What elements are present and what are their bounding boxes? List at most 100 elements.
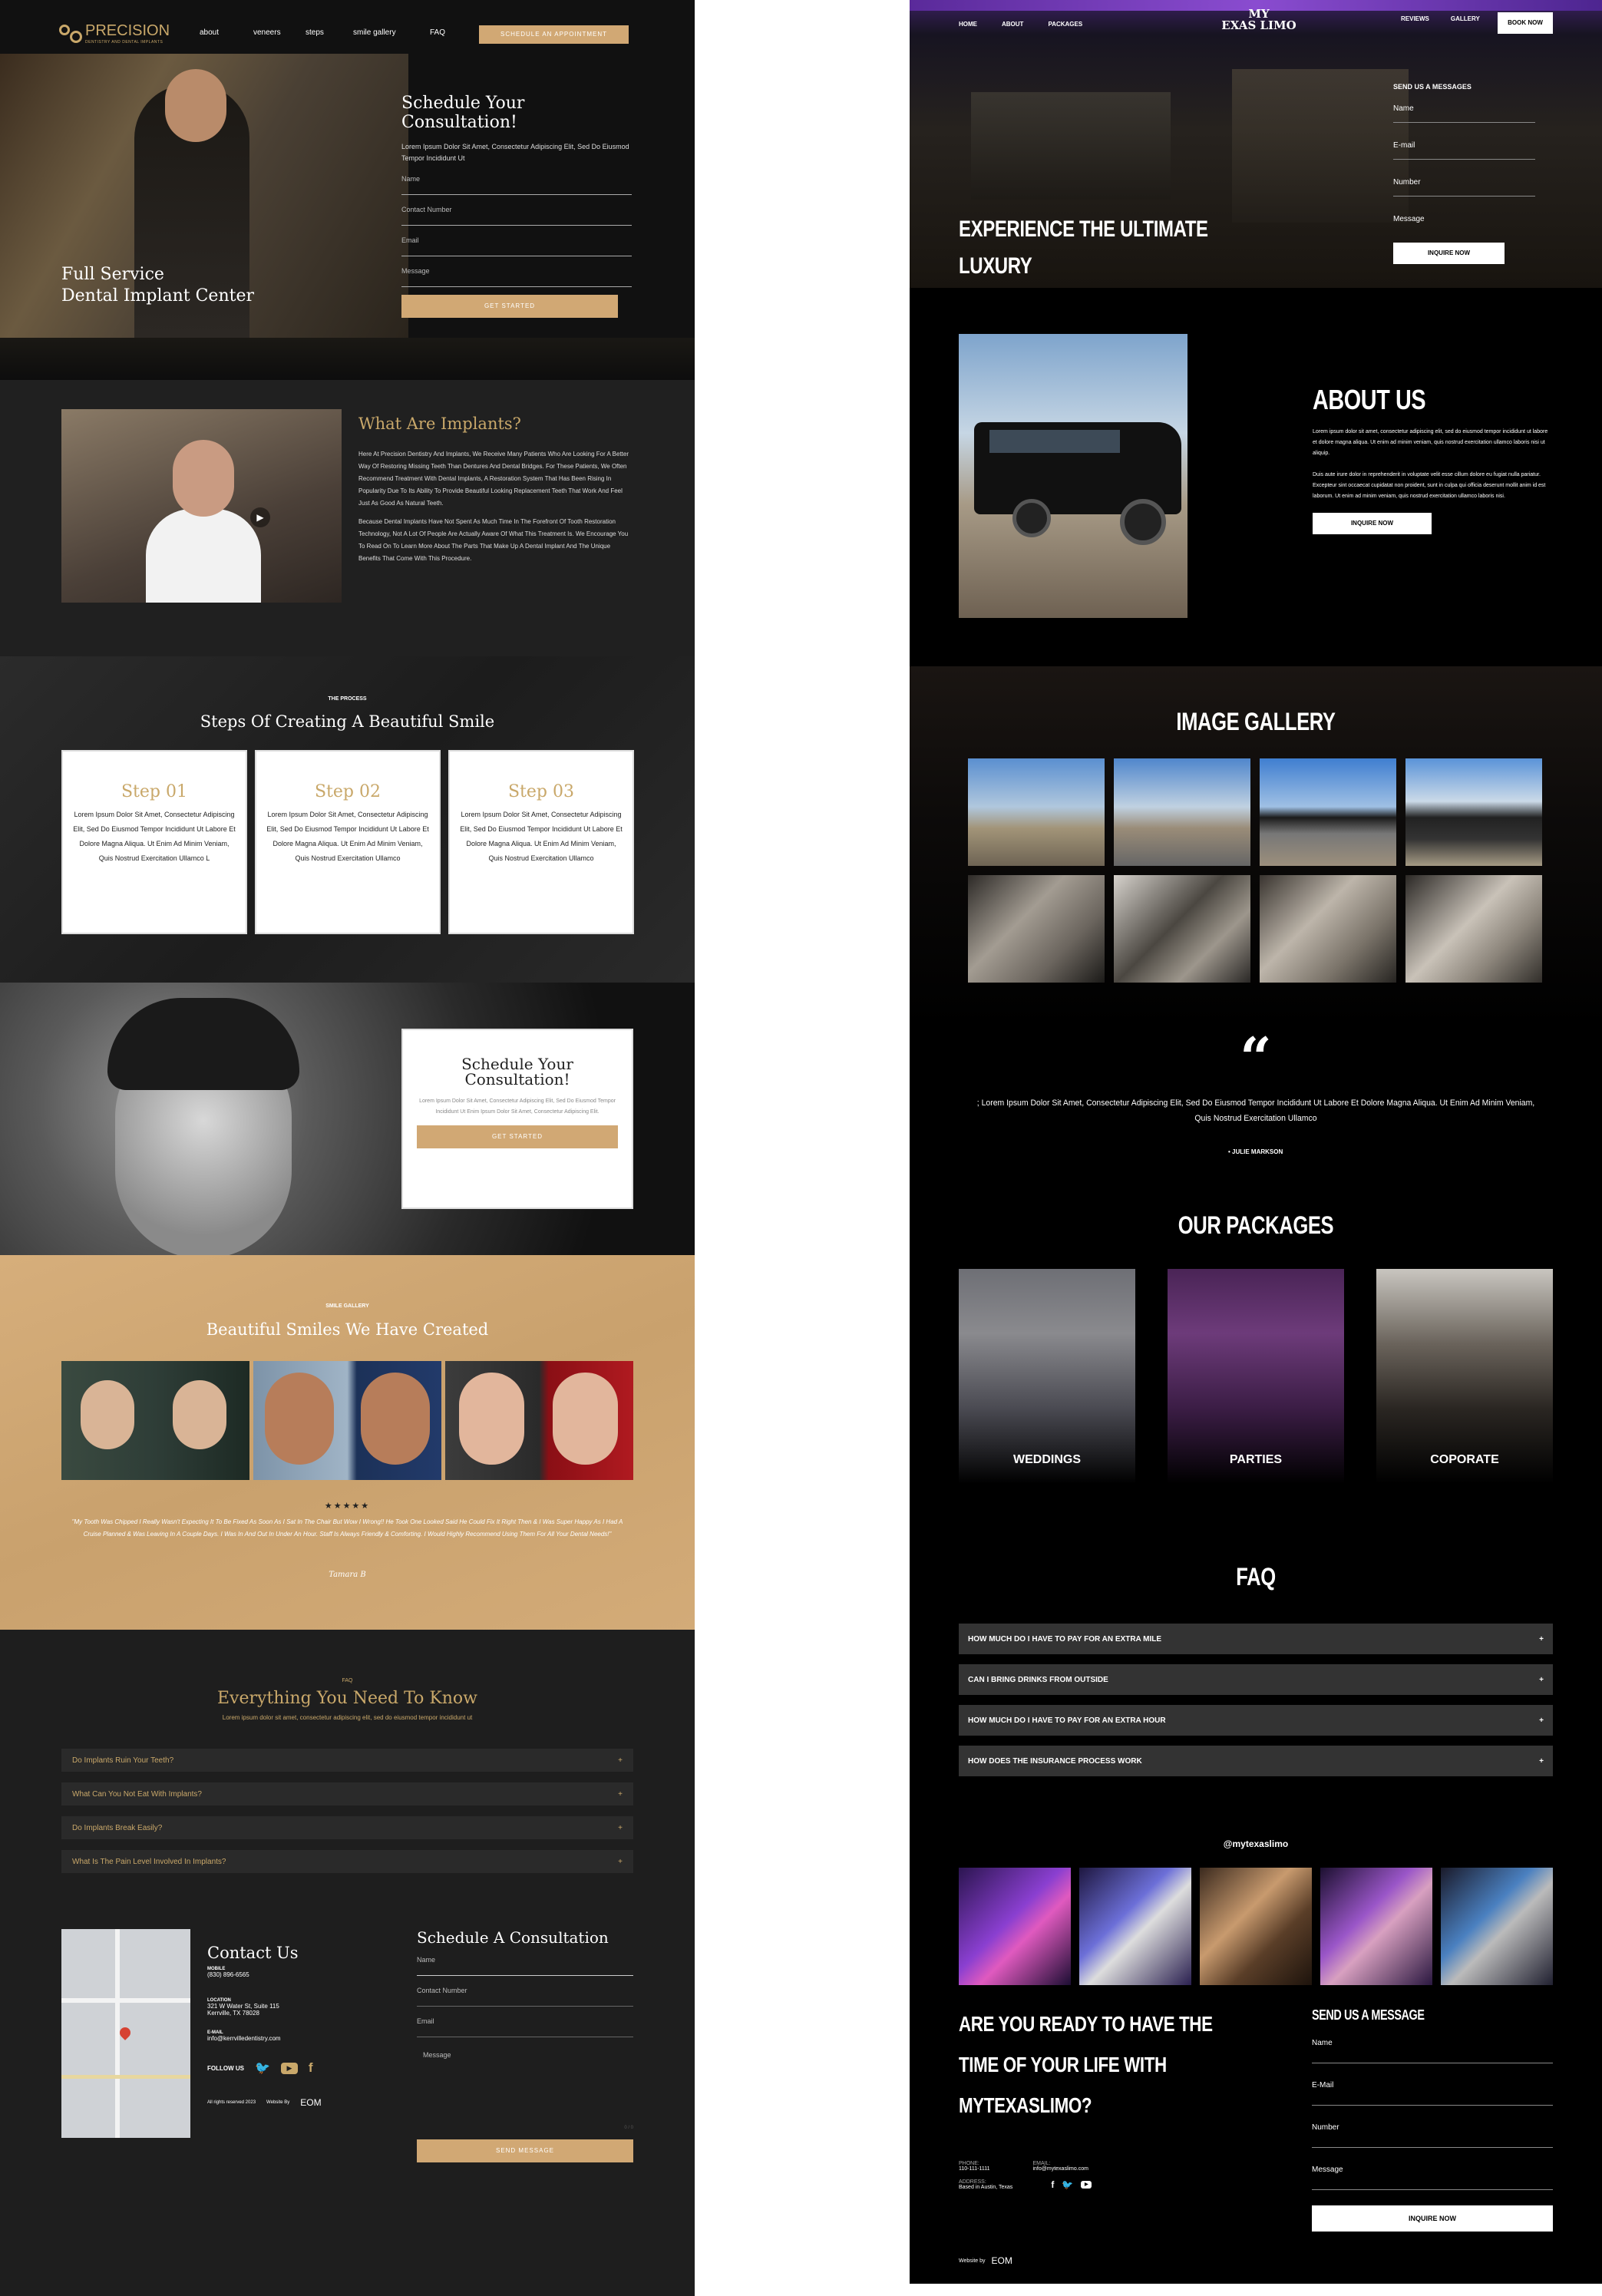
email-input[interactable]: Email xyxy=(401,233,632,256)
gallery-image-4[interactable] xyxy=(1405,758,1542,866)
plus-icon: + xyxy=(618,1789,623,1799)
book-now-button[interactable]: BOOK NOW xyxy=(1498,12,1553,34)
nav-about[interactable]: about xyxy=(200,28,253,37)
hero-name-input[interactable]: Name xyxy=(1393,100,1535,123)
plus-icon: + xyxy=(1539,1756,1544,1766)
limo-logo[interactable]: MY EXAS LIMO xyxy=(1217,8,1301,31)
twitter-icon[interactable]: 🐦 xyxy=(255,2060,270,2076)
hero-inquire-button[interactable]: INQUIRE NOW xyxy=(1393,243,1505,264)
form-email-input[interactable]: E-Mail xyxy=(1312,2076,1553,2106)
faq-list: HOW MUCH DO I HAVE TO PAY FOR AN EXTRA M… xyxy=(959,1624,1553,1776)
faq-item[interactable]: HOW MUCH DO I HAVE TO PAY FOR AN EXTRA H… xyxy=(959,1705,1553,1736)
hero-email-input[interactable]: E-mail xyxy=(1393,137,1535,160)
nav-about[interactable]: ABOUT xyxy=(1002,21,1023,28)
video-thumbnail[interactable]: ▶ xyxy=(61,409,342,603)
consult-get-started-button[interactable]: GET STARTED xyxy=(417,1125,618,1148)
gallery-image-2[interactable] xyxy=(1114,758,1250,866)
package-weddings[interactable]: WEDDINGS xyxy=(959,1269,1135,1484)
gallery-image-6[interactable] xyxy=(1114,875,1250,983)
hero-form-title: Schedule Your Consultation! xyxy=(401,94,525,132)
nav-smile-gallery[interactable]: smile gallery xyxy=(353,28,430,37)
gallery-image-3[interactable] xyxy=(1260,758,1396,866)
hero-caption: Full Service Dental Implant Center xyxy=(61,265,255,306)
faq-item[interactable]: What Is The Pain Level Involved In Impla… xyxy=(61,1850,633,1873)
nav-faq[interactable]: FAQ xyxy=(430,28,461,37)
schedule-contact-input[interactable]: Contact Number xyxy=(417,1984,633,2007)
form-number-input[interactable]: Number xyxy=(1312,2119,1553,2148)
instagram-post-1[interactable] xyxy=(959,1868,1071,1985)
faq-item[interactable]: CAN I BRING DRINKS FROM OUTSIDE + xyxy=(959,1664,1553,1695)
about-inquire-button[interactable]: INQUIRE NOW xyxy=(1313,513,1432,534)
main-nav: about veneers steps smile gallery FAQ xyxy=(200,28,461,37)
hero-number-input[interactable]: Number xyxy=(1393,173,1535,197)
gallery-image-8[interactable] xyxy=(1405,875,1542,983)
message-input[interactable]: Message xyxy=(401,264,632,287)
nav-reviews[interactable]: REVIEWS xyxy=(1401,15,1429,22)
faq-item[interactable]: HOW DOES THE INSURANCE PROCESS WORK + xyxy=(959,1746,1553,1776)
follow-us-label: FOLLOW US xyxy=(207,2064,244,2072)
phone-number[interactable]: 110-111-1111 xyxy=(959,2166,989,2172)
hero-form: Schedule Your Consultation! Lorem Ipsum … xyxy=(401,94,632,318)
contact-address-line1: 321 W Water St, Suite 115 xyxy=(207,2003,279,2010)
instagram-post-5[interactable] xyxy=(1441,1868,1553,1985)
about-section: ABOUT US Lorem ipsum dolor sit amet, con… xyxy=(1313,384,1551,534)
nav-veneers[interactable]: veneers xyxy=(253,28,306,37)
faq-item[interactable]: Do Implants Break Easily? + xyxy=(61,1816,633,1839)
instagram-handle[interactable]: @mytexaslimo xyxy=(910,1838,1602,1849)
nav-steps[interactable]: steps xyxy=(306,28,353,37)
logo[interactable]: PRECISION DENTISTRY AND DENTAL IMPLANTS xyxy=(58,21,170,45)
form-name-input[interactable]: Name xyxy=(1312,2034,1553,2063)
send-message-button[interactable]: SEND MESSAGE xyxy=(417,2139,633,2162)
gallery-image-7[interactable] xyxy=(1260,875,1396,983)
gallery-image-1[interactable] xyxy=(968,758,1105,866)
contact-number-input[interactable]: Contact Number xyxy=(401,203,632,226)
twitter-icon[interactable]: 🐦 xyxy=(1062,2179,1073,2190)
instagram-post-3[interactable] xyxy=(1200,1868,1312,1985)
eom-logo[interactable]: EOM xyxy=(300,2097,321,2108)
package-corporate[interactable]: COPORATE xyxy=(1376,1269,1553,1484)
consult-card: Schedule Your Consultation! Lorem Ipsum … xyxy=(401,1029,633,1209)
faq-item[interactable]: HOW MUCH DO I HAVE TO PAY FOR AN EXTRA M… xyxy=(959,1624,1553,1654)
facebook-icon[interactable]: f xyxy=(309,2060,313,2076)
form-inquire-button[interactable]: INQUIRE NOW xyxy=(1312,2205,1553,2232)
schedule-name-input[interactable]: Name xyxy=(417,1953,633,1976)
cta-headline: ARE YOU READY TO HAVE THE TIME OF YOUR L… xyxy=(959,2012,1213,2117)
nav-home[interactable]: HOME xyxy=(959,21,977,28)
faq-item[interactable]: What Can You Not Eat With Implants? + xyxy=(61,1782,633,1805)
hero-message-input[interactable]: Message xyxy=(1393,210,1535,233)
contact-phone[interactable]: (830) 896-6565 xyxy=(207,1971,376,1978)
before-after-photo-2 xyxy=(253,1361,441,1480)
instagram-post-4[interactable] xyxy=(1320,1868,1432,1985)
schedule-message-textarea[interactable]: Message xyxy=(417,2045,633,2126)
contact-address-line2: Kerrville, TX 78028 xyxy=(207,2010,259,2017)
gallery-image-5[interactable] xyxy=(968,875,1105,983)
package-parties[interactable]: PARTIES xyxy=(1168,1269,1344,1484)
contact-email[interactable]: info@kerrvilledentistry.com xyxy=(207,2035,376,2042)
quote-icon: “ xyxy=(1240,1025,1272,1090)
form-title: SEND US A MESSAGE xyxy=(1312,2007,1425,2023)
facebook-icon[interactable]: f xyxy=(1051,2179,1054,2190)
get-started-button[interactable]: GET STARTED xyxy=(401,295,618,318)
faq-item[interactable]: Do Implants Ruin Your Teeth? + xyxy=(61,1749,633,1772)
step-card-1: Step 01 Lorem Ipsum Dolor Sit Amet, Cons… xyxy=(61,750,247,934)
youtube-icon[interactable]: ▶ xyxy=(280,2062,298,2074)
instagram-post-2[interactable] xyxy=(1079,1868,1191,1985)
plus-icon: + xyxy=(618,1857,623,1866)
eom-logo[interactable]: EOM xyxy=(992,2255,1012,2266)
play-icon[interactable]: ▶ xyxy=(250,507,270,527)
plus-icon: + xyxy=(618,1756,623,1765)
limo-nav-left: HOME ABOUT PACKAGES xyxy=(959,21,1082,28)
email-address[interactable]: info@mytexaslimo.com xyxy=(1032,2166,1088,2172)
gallery-title: IMAGE GALLERY xyxy=(1176,708,1336,735)
nav-gallery[interactable]: GALLERY xyxy=(1451,15,1480,22)
implants-paragraph-1: Here At Precision Dentistry And Implants… xyxy=(358,451,629,507)
schedule-email-input[interactable]: Email xyxy=(417,2014,633,2037)
nav-packages[interactable]: PACKAGES xyxy=(1048,21,1082,28)
location-map[interactable] xyxy=(61,1929,190,2138)
form-message-input[interactable]: Message xyxy=(1312,2161,1553,2190)
hero-form-title: SEND US A MESSAGES xyxy=(1393,83,1472,91)
implants-paragraph-2: Because Dental Implants Have Not Spent A… xyxy=(358,518,629,562)
name-input[interactable]: Name xyxy=(401,172,632,195)
schedule-appointment-button[interactable]: SCHEDULE AN APPOINTMENT xyxy=(479,25,629,44)
youtube-icon[interactable]: ▶ xyxy=(1081,2181,1092,2189)
